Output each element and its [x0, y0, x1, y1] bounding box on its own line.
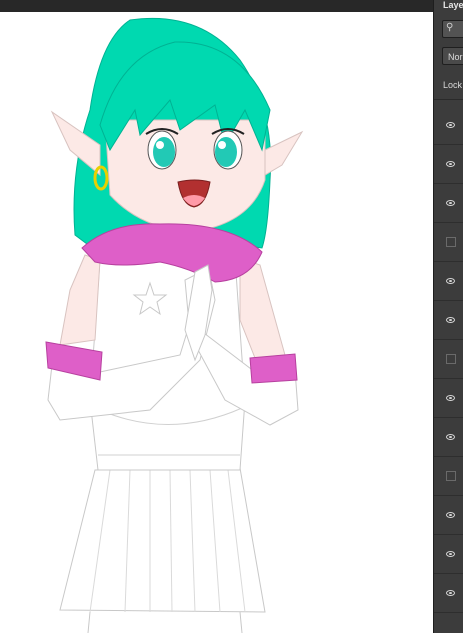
eye-icon[interactable]	[446, 590, 455, 596]
layer-row[interactable]	[434, 303, 463, 340]
layer-search-input[interactable]: ⚲	[442, 20, 463, 38]
layer-row[interactable]	[434, 420, 463, 457]
layer-row[interactable]	[434, 108, 463, 145]
layer-row[interactable]	[434, 459, 463, 496]
eye-icon[interactable]	[446, 512, 455, 518]
visibility-toggle-empty[interactable]	[446, 237, 456, 247]
search-icon[interactable]: ⚲	[446, 22, 453, 33]
drawing-canvas[interactable]	[0, 12, 433, 633]
eye-icon[interactable]	[446, 161, 455, 167]
visibility-toggle-empty[interactable]	[446, 471, 456, 481]
visibility-toggle-empty[interactable]	[446, 354, 456, 364]
eye-icon[interactable]	[446, 200, 455, 206]
eye-icon[interactable]	[446, 395, 455, 401]
layer-row[interactable]	[434, 498, 463, 535]
layer-row[interactable]	[434, 264, 463, 301]
eye-icon[interactable]	[446, 122, 455, 128]
eye-icon[interactable]	[446, 551, 455, 557]
layers-panel-title: Laye	[443, 0, 463, 10]
layer-row[interactable]	[434, 537, 463, 574]
lock-label: Lock	[443, 80, 463, 90]
layer-row[interactable]	[434, 381, 463, 418]
layer-row[interactable]	[434, 147, 463, 184]
layer-row[interactable]	[434, 186, 463, 223]
layer-row[interactable]	[434, 225, 463, 262]
eye-icon[interactable]	[446, 317, 455, 323]
document-tab-bar	[0, 0, 433, 12]
panel-divider	[434, 99, 463, 100]
layer-row[interactable]	[434, 576, 463, 613]
layers-panel: Laye ⚲ Nor Lock	[433, 0, 463, 633]
skirt-lineart	[59, 467, 266, 633]
blend-mode-select[interactable]: Nor	[442, 47, 463, 65]
layer-row[interactable]	[434, 342, 463, 379]
eye-icon[interactable]	[446, 434, 455, 440]
eye-icon[interactable]	[446, 278, 455, 284]
